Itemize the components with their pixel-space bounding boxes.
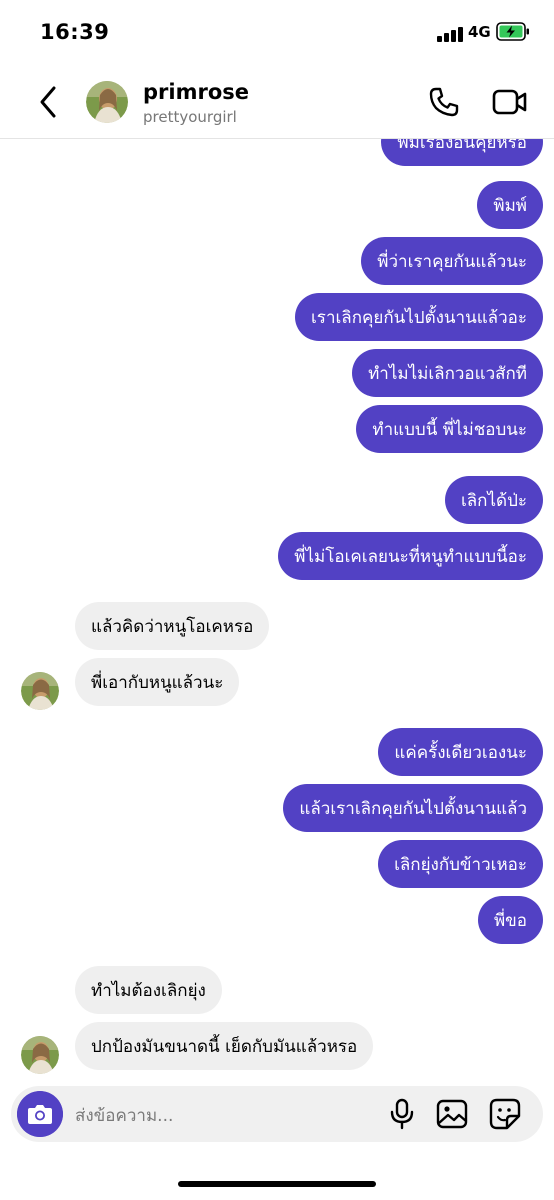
- camera-icon[interactable]: [17, 1091, 63, 1137]
- contact-username[interactable]: prettyourgirl: [143, 108, 237, 126]
- message-input[interactable]: ส่งข้อความ...: [75, 1102, 173, 1129]
- image-icon[interactable]: [436, 1098, 468, 1130]
- message-incoming[interactable]: ปกป้องมันขนาดนี้ เย็ดกับมันแล้วหรอ: [75, 1022, 374, 1070]
- video-camera-icon[interactable]: [492, 86, 528, 118]
- message-outgoing[interactable]: พิมพ์: [477, 181, 543, 229]
- contact-name[interactable]: primrose: [143, 80, 249, 104]
- message-outgoing[interactable]: ทำแบบนี้ พี่ไม่ชอบนะ: [356, 405, 543, 453]
- avatar[interactable]: [21, 1036, 59, 1074]
- message-outgoing[interactable]: เลิกยุ่งกับข้าวเหอะ: [378, 840, 543, 888]
- chevron-left-icon[interactable]: [34, 82, 62, 122]
- message-outgoing[interactable]: พี่ว่าเราคุยกันแล้วนะ: [361, 237, 543, 285]
- message-incoming[interactable]: แล้วคิดว่าหนูโอเคหรอ: [75, 602, 270, 650]
- cellular-signal-icon: [437, 26, 465, 42]
- microphone-icon[interactable]: [389, 1098, 415, 1130]
- status-bar: 16:39 4G: [0, 0, 554, 66]
- message-outgoing[interactable]: แล้วเราเลิกคุยกันไปตั้งนานแล้ว: [283, 784, 543, 832]
- battery-charging-icon: [496, 22, 529, 41]
- network-type: 4G: [468, 23, 491, 41]
- avatar[interactable]: [86, 81, 128, 123]
- status-time: 16:39: [40, 20, 110, 44]
- chat-header: primrose prettyourgirl: [0, 66, 554, 139]
- message-outgoing[interactable]: พี่ขอ: [477, 896, 543, 944]
- message-outgoing[interactable]: พิมเรื่องอื่นคุยหรือ: [381, 139, 543, 166]
- message-outgoing[interactable]: ทำไมไม่เลิกวอแวสักที: [352, 349, 543, 397]
- message-outgoing[interactable]: เลิกได้ป่ะ: [444, 476, 543, 524]
- message-outgoing[interactable]: แค่ครั้งเดียวเองนะ: [378, 728, 543, 776]
- message-incoming[interactable]: ทำไมต้องเลิกยุ่ง: [75, 966, 222, 1014]
- message-composer: ส่งข้อความ...: [11, 1086, 543, 1142]
- sticker-icon[interactable]: [489, 1098, 521, 1130]
- message-outgoing[interactable]: พี่ไม่โอเคเลยนะที่หนูทำแบบนี้อะ: [278, 532, 543, 580]
- message-list[interactable]: พิมเรื่องอื่นคุยหรือ พิมพ์ พี่ว่าเราคุยก…: [0, 139, 554, 1089]
- message-incoming[interactable]: พี่เอากับหนูแล้วนะ: [75, 658, 240, 706]
- home-indicator[interactable]: [178, 1181, 376, 1187]
- avatar[interactable]: [21, 672, 59, 710]
- phone-icon[interactable]: [428, 86, 460, 118]
- message-outgoing[interactable]: เราเลิกคุยกันไปตั้งนานแล้วอะ: [295, 293, 543, 341]
